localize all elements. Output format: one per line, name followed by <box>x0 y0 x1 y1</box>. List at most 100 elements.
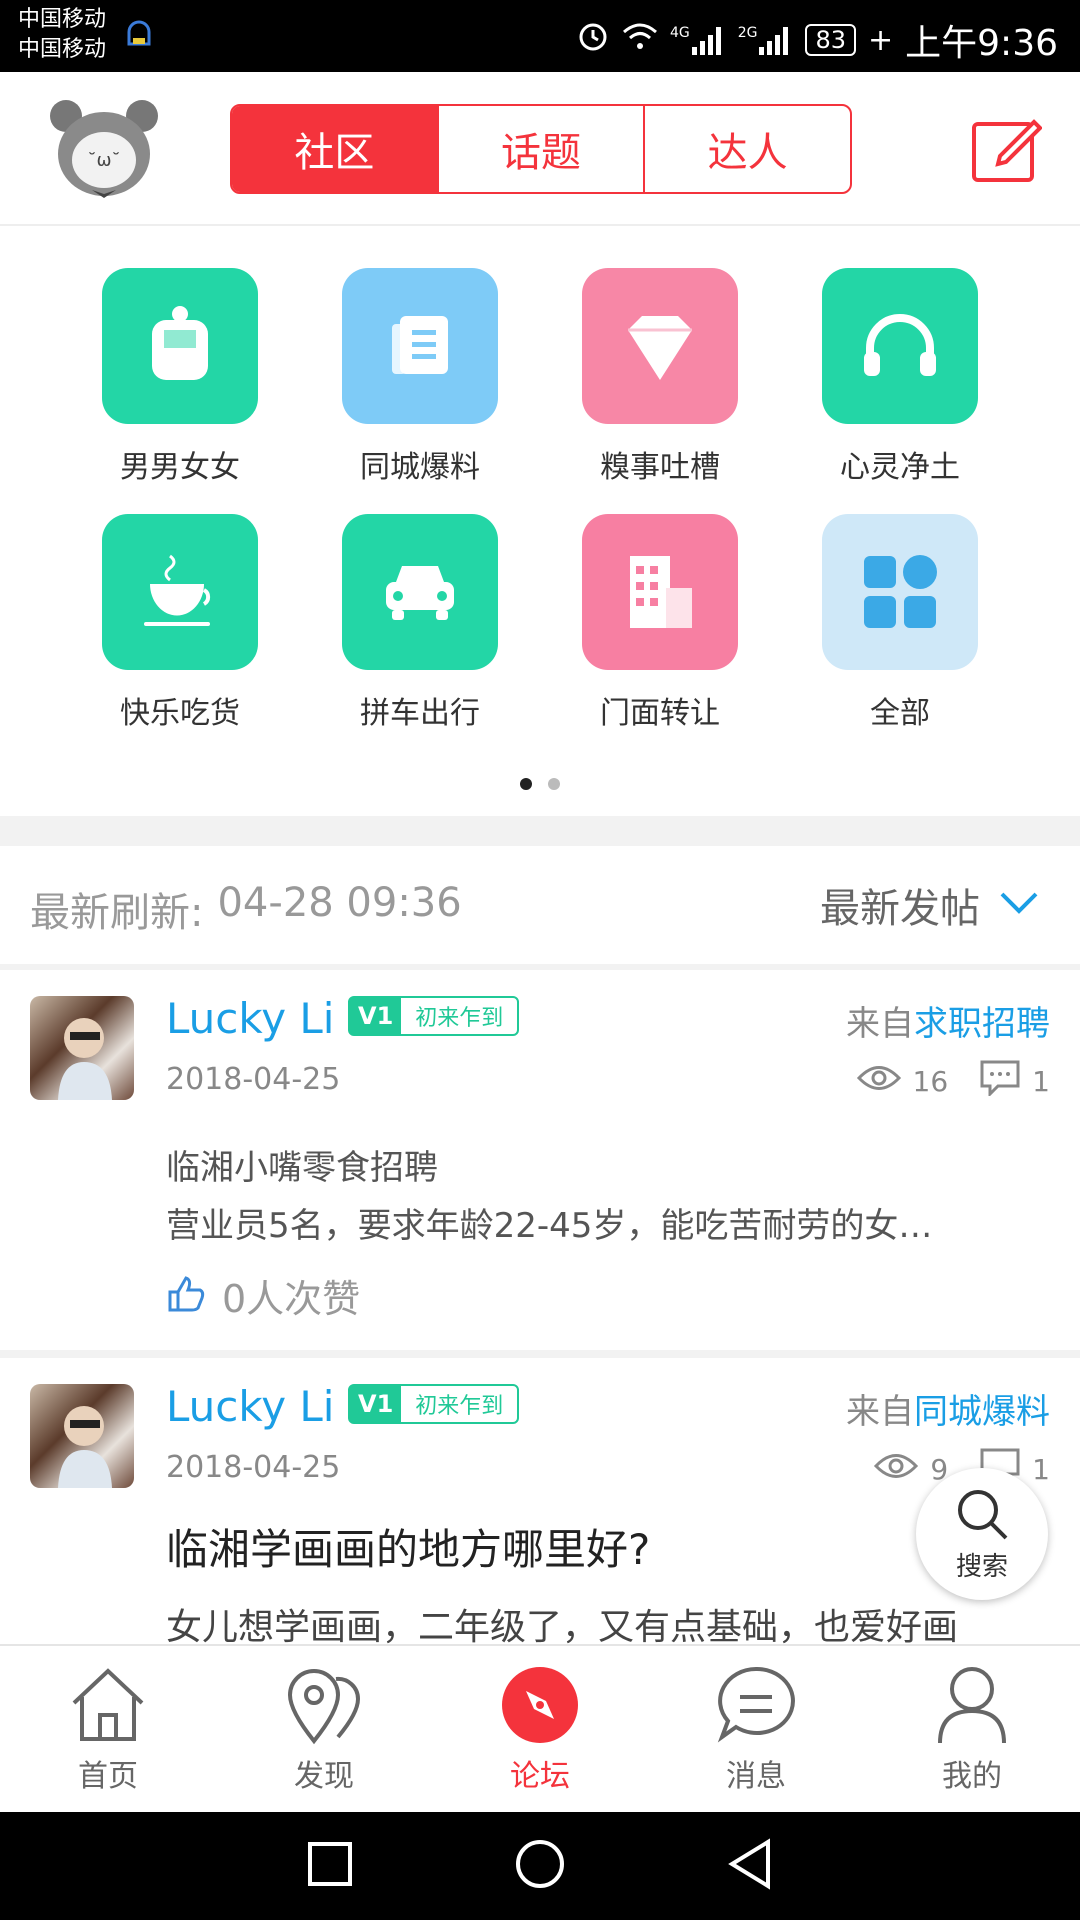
recent-apps-icon[interactable] <box>306 1840 354 1892</box>
post-source: 来自求职招聘 <box>846 996 1050 1045</box>
user-level-badge: V1 初来乍到 <box>348 1384 520 1424</box>
post-excerpt[interactable]: 营业员5名，要求年龄22-45岁，能吃苦耐劳的女… <box>166 1198 1046 1247</box>
category-rants[interactable]: 糗事吐槽 <box>560 268 760 486</box>
signal-4g-icon: 4G <box>670 25 726 55</box>
category-label: 全部 <box>870 696 930 731</box>
carrier-label-2: 中国移动 <box>18 37 107 62</box>
post-stats: 16 1 <box>856 1060 1050 1103</box>
wifi-icon <box>622 20 658 61</box>
category-soul[interactable]: 心灵净土 <box>800 268 1000 486</box>
level-label: V1 <box>350 1386 402 1422</box>
network-type-2: 2G <box>737 25 758 41</box>
post-card[interactable]: Lucky Li V1 初来乍到 来自同城爆料 2018-04-25 9 1 临… <box>0 1358 1080 1644</box>
post-author[interactable]: Lucky Li <box>166 994 334 1043</box>
user-icon <box>932 1665 1012 1745</box>
nav-label: 发现 <box>294 1759 354 1794</box>
mascot-avatar[interactable]: ˘ω˘ <box>44 94 164 208</box>
comment-count: 1 <box>1032 1453 1050 1486</box>
back-icon[interactable] <box>726 1838 774 1894</box>
category-shop-transfer[interactable]: 门面转让 <box>560 514 760 732</box>
thumbs-up-icon <box>166 1274 206 1318</box>
post-date: 2018-04-25 <box>166 1450 341 1485</box>
category-label: 男男女女 <box>120 450 240 485</box>
status-bar: 中国移动 中国移动 4G 2G 83 + 上午9:36 <box>0 0 1080 72</box>
pager-dot-active <box>520 778 532 790</box>
post-source: 来自同城爆料 <box>846 1384 1050 1433</box>
category-all[interactable]: 全部 <box>800 514 1000 732</box>
refresh-bar: 最新刷新: 04-28 09:36 最新发帖 <box>0 846 1080 966</box>
post-author[interactable]: Lucky Li <box>166 1382 334 1431</box>
notification-bell-icon <box>124 18 154 58</box>
compose-post-icon[interactable] <box>970 116 1043 188</box>
search-fab[interactable]: 搜索 <box>916 1468 1048 1600</box>
grid-icon <box>822 514 978 670</box>
nav-profile[interactable]: 我的 <box>864 1646 1080 1814</box>
system-nav-bar <box>0 1812 1080 1920</box>
source-board-link[interactable]: 求职招聘 <box>914 1004 1050 1044</box>
post-card[interactable]: Lucky Li V1 初来乍到 来自求职招聘 2018-04-25 16 1 … <box>0 970 1080 1350</box>
tab-experts[interactable]: 达人 <box>645 106 850 192</box>
sort-label: 最新发帖 <box>820 886 980 932</box>
location-icon <box>284 1665 364 1745</box>
post-title[interactable]: 临湘学画画的地方哪里好? <box>166 1516 650 1577</box>
svg-text:˘ω˘: ˘ω˘ <box>87 150 120 171</box>
search-icon <box>954 1486 1010 1546</box>
section-divider <box>0 816 1080 846</box>
source-prefix: 来自 <box>846 1392 914 1432</box>
search-label: 搜索 <box>955 1551 1008 1582</box>
car-icon <box>342 514 498 670</box>
category-carpool[interactable]: 拼车出行 <box>320 514 520 732</box>
category-label: 门面转让 <box>600 696 720 731</box>
clock: 上午9:36 <box>905 23 1058 64</box>
avatar[interactable] <box>30 1384 134 1488</box>
pager-dot <box>548 778 560 790</box>
nav-forum[interactable]: 论坛 <box>432 1646 648 1814</box>
like-count: 0人次赞 <box>222 1277 361 1321</box>
category-label: 糗事吐槽 <box>600 450 720 485</box>
battery-indicator: 83 <box>805 24 857 56</box>
header-segmented-tabs: 社区 话题 达人 <box>230 104 852 194</box>
network-type-1: 4G <box>669 25 690 41</box>
category-couple[interactable]: 男男女女 <box>80 268 280 486</box>
home-button-icon[interactable] <box>514 1838 566 1894</box>
bottom-nav: 首页 发现 论坛 消息 我的 <box>0 1644 1080 1814</box>
eye-icon <box>856 1063 901 1100</box>
category-food[interactable]: 快乐吃货 <box>80 514 280 732</box>
nav-messages[interactable]: 消息 <box>648 1646 864 1814</box>
eye-icon <box>874 1451 919 1488</box>
headphones-icon <box>822 268 978 424</box>
news-icon <box>342 268 498 424</box>
nav-discover[interactable]: 发现 <box>216 1646 432 1814</box>
category-label: 快乐吃货 <box>120 696 240 731</box>
comment-icon <box>980 1060 1020 1103</box>
alarm-icon <box>576 19 610 62</box>
avatar[interactable] <box>30 996 134 1100</box>
tab-topics[interactable]: 话题 <box>439 106 646 192</box>
category-local-news[interactable]: 同城爆料 <box>320 268 520 486</box>
tab-community[interactable]: 社区 <box>232 106 439 192</box>
message-icon <box>716 1665 796 1745</box>
user-level-badge: V1 初来乍到 <box>348 996 520 1036</box>
post-title[interactable]: 临湘小嘴零食招聘 <box>166 1140 438 1189</box>
nav-home[interactable]: 首页 <box>0 1646 216 1814</box>
category-label: 同城爆料 <box>360 450 480 485</box>
refresh-info: 最新刷新: 04-28 09:36 <box>30 880 462 938</box>
view-count: 16 <box>912 1065 949 1098</box>
refresh-label: 最新刷新: <box>30 890 204 936</box>
post-excerpt[interactable]: 女儿想学画画，二年级了，又有点基础，也爱好画 <box>166 1598 1046 1644</box>
charging-plus-icon: + <box>868 22 894 58</box>
nav-label: 首页 <box>78 1759 138 1794</box>
chevron-down-icon <box>998 890 1040 920</box>
level-title: 初来乍到 <box>415 1006 504 1031</box>
source-board-link[interactable]: 同城爆料 <box>914 1392 1050 1432</box>
like-button[interactable]: 0人次赞 <box>166 1268 360 1323</box>
sort-dropdown[interactable]: 最新发帖 <box>820 876 1040 934</box>
comment-count: 1 <box>1032 1065 1050 1098</box>
couple-icon <box>102 268 258 424</box>
diamond-icon <box>582 268 738 424</box>
carrier-label-1: 中国移动 <box>18 7 107 32</box>
category-label: 心灵净土 <box>840 450 960 485</box>
nav-label: 论坛 <box>510 1759 570 1794</box>
building-icon <box>582 514 738 670</box>
category-label: 拼车出行 <box>360 696 480 731</box>
